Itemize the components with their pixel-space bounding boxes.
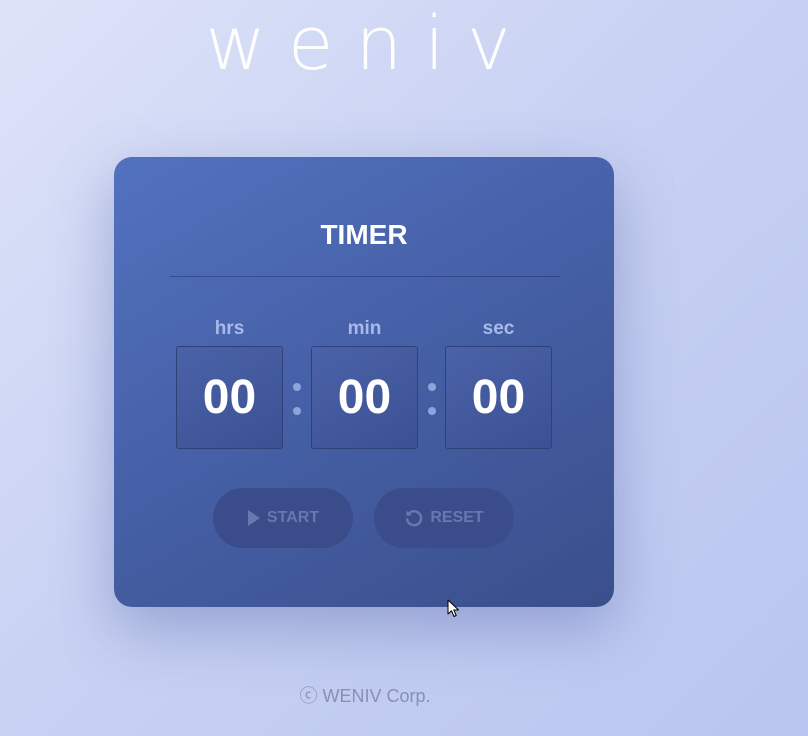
mouse-cursor-icon: [447, 599, 459, 617]
seconds-display[interactable]: 00: [445, 346, 552, 449]
footer-copyright: ⓒ WENIV Corp.: [299, 686, 431, 706]
minutes-display[interactable]: 00: [311, 346, 418, 449]
minutes-column: min 00: [311, 317, 418, 449]
logo-text: weniv: [205, 1, 533, 87]
seconds-label: sec: [482, 318, 515, 339]
play-icon: [247, 510, 260, 526]
hours-column: hrs 00: [176, 317, 283, 449]
weniv-logo: weniv: [205, 6, 520, 82]
hours-label: hrs: [214, 318, 245, 339]
timer-title: TIMER: [320, 219, 408, 250]
title-divider: [170, 276, 560, 277]
timer-card: TIMER hrs 00 min 00 sec 00 START RESET: [114, 157, 614, 607]
colon-separator: [292, 383, 302, 419]
reset-button[interactable]: RESET: [374, 488, 514, 548]
start-button-label: START: [266, 509, 320, 526]
start-button[interactable]: START: [213, 488, 353, 548]
minutes-label: min: [347, 318, 382, 339]
reset-button-label: RESET: [430, 509, 484, 526]
hours-display[interactable]: 00: [176, 346, 283, 449]
colon-separator: [427, 383, 437, 419]
reset-icon: [406, 510, 423, 527]
seconds-column: sec 00: [445, 317, 552, 449]
